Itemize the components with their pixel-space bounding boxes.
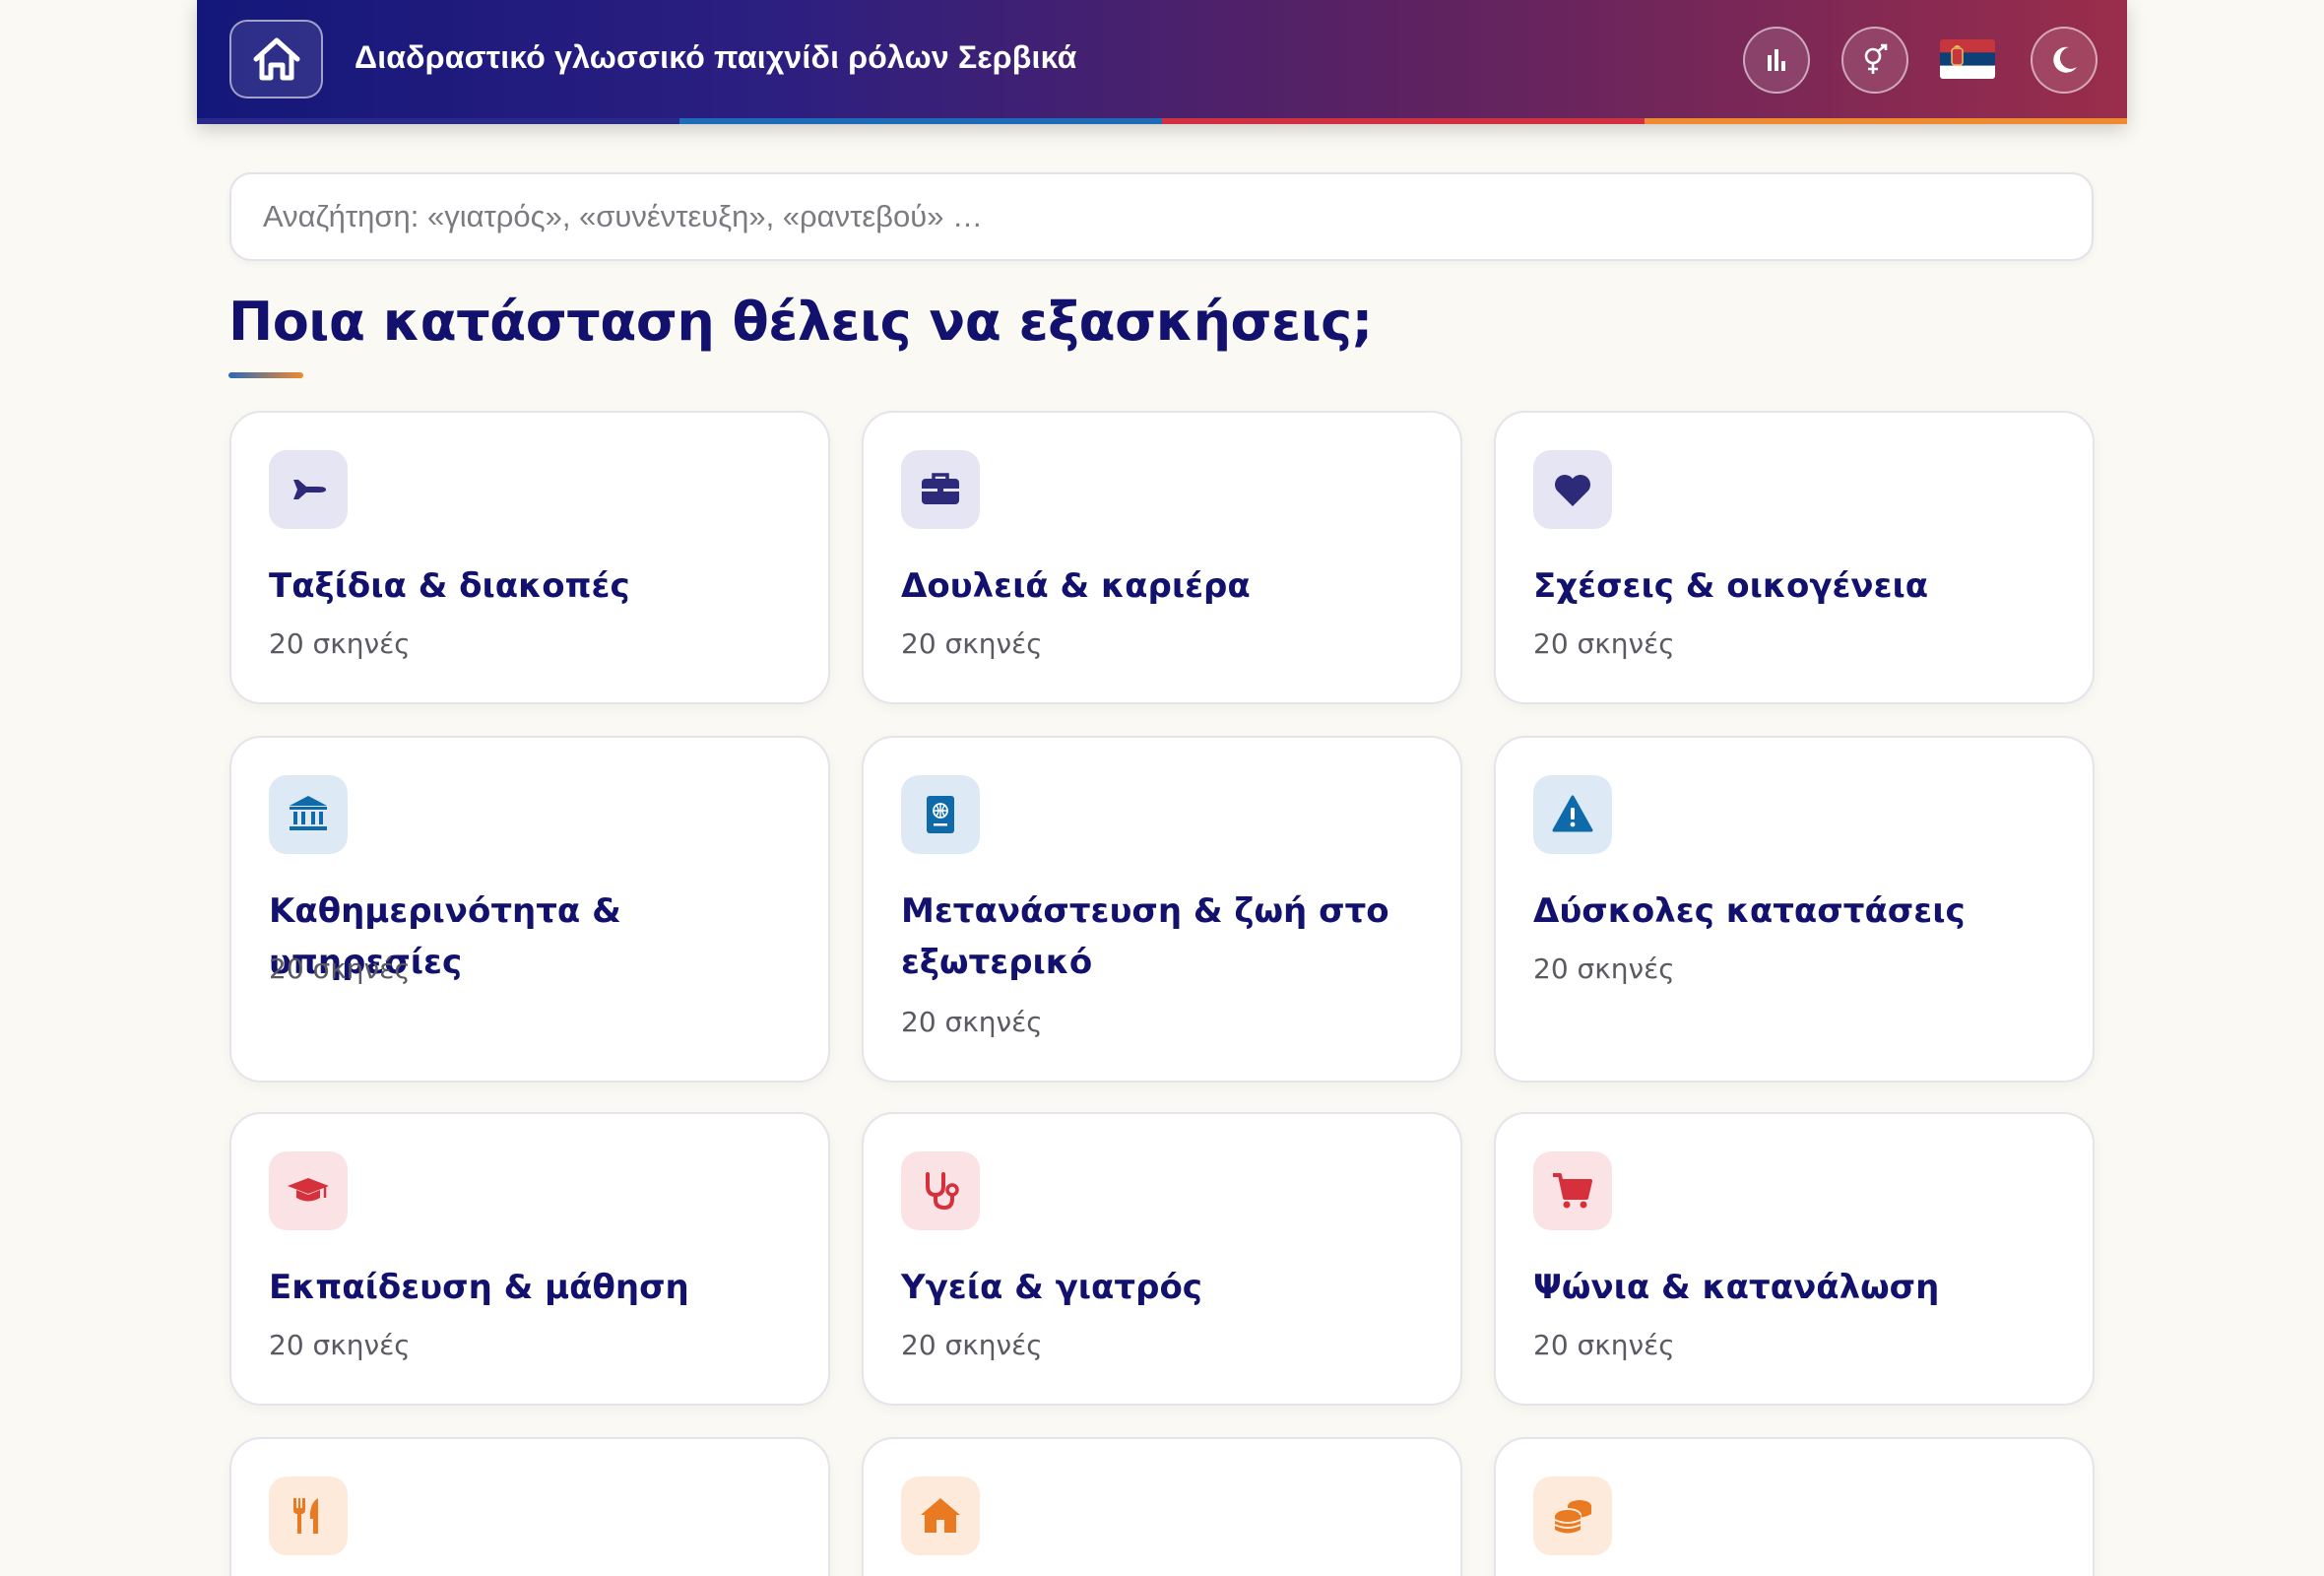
briefcase-icon <box>922 473 959 504</box>
card-icon-box <box>269 775 348 854</box>
moon-icon <box>2053 46 2077 73</box>
card-title: Δουλειά & καριέρα <box>901 566 1251 606</box>
theme-toggle-button[interactable] <box>2031 27 2098 94</box>
card-scene-count: 20 σκηνές <box>269 1329 411 1361</box>
card-title: Δύσκολες καταστάσεις <box>1533 891 1966 931</box>
card-title: Εκπαίδευση & μάθηση <box>269 1268 689 1307</box>
language-flag[interactable] <box>1940 39 1995 79</box>
category-card-relationships[interactable]: Σχέσεις & οικογένεια 20 σκηνές <box>1494 411 2095 704</box>
category-card-work[interactable]: Δουλειά & καριέρα 20 σκηνές <box>862 411 1462 704</box>
airplane-icon <box>290 480 326 499</box>
card-icon-box <box>269 450 348 529</box>
category-card-shopping[interactable]: Ψώνια & κατανάλωση 20 σκηνές <box>1494 1112 2095 1406</box>
card-icon-box <box>901 775 980 854</box>
card-scene-count: 20 σκηνές <box>1533 1329 1675 1361</box>
heading-underline <box>228 372 303 378</box>
header-color-stripe <box>197 118 2127 124</box>
passport-icon <box>927 796 954 833</box>
card-scene-count: 20 σκηνές <box>269 952 411 985</box>
stethoscope-icon <box>926 1172 959 1211</box>
heart-icon <box>1555 475 1590 506</box>
category-card-travel[interactable]: Ταξίδια & διακοπές 20 σκηνές <box>229 411 830 704</box>
card-scene-count: 20 σκηνές <box>1533 627 1675 660</box>
card-title: Μετανάστευση & ζωή στο εξωτερικό <box>901 891 1389 982</box>
category-card-money[interactable] <box>1494 1437 2095 1576</box>
card-icon-box <box>1533 775 1612 854</box>
coins-icon <box>1554 1500 1591 1534</box>
card-icon-box <box>1533 1151 1612 1230</box>
gender-button[interactable] <box>1841 27 1908 94</box>
gender-icon <box>1864 43 1888 74</box>
category-card-immigration[interactable]: Μετανάστευση & ζωή στο εξωτερικό 20 σκην… <box>862 736 1462 1083</box>
card-title: Σχέσεις & οικογένεια <box>1533 566 1929 606</box>
card-scene-count: 20 σκηνές <box>901 627 1043 660</box>
category-card-education[interactable]: Εκπαίδευση & μάθηση 20 σκηνές <box>229 1112 830 1406</box>
card-scene-count: 20 σκηνές <box>901 1006 1043 1038</box>
card-icon-box <box>1533 450 1612 529</box>
card-icon-box <box>901 1477 980 1555</box>
card-icon-box <box>1533 1477 1612 1555</box>
serbia-flag-icon <box>1940 39 1995 79</box>
graduation-cap-icon <box>288 1178 329 1202</box>
house-icon <box>921 1498 960 1533</box>
category-card-daily-life[interactable]: Καθημερινότητα & υπηρεσίες 20 σκηνές <box>229 736 830 1083</box>
search-input[interactable] <box>229 172 2094 261</box>
page-heading: Ποια κατάσταση θέλεις να εξασκήσεις; <box>228 291 1373 353</box>
card-icon-box <box>901 1151 980 1230</box>
category-card-health[interactable]: Υγεία & γιατρός 20 σκηνές <box>862 1112 1462 1406</box>
bar-chart-icon <box>1768 49 1785 71</box>
home-button[interactable] <box>229 20 323 98</box>
shopping-cart-icon <box>1553 1173 1592 1209</box>
card-icon-box <box>901 450 980 529</box>
card-icon-box <box>269 1477 348 1555</box>
card-scene-count: 20 σκηνές <box>269 627 411 660</box>
category-card-food[interactable] <box>229 1437 830 1576</box>
app-title: Διαδραστικό γλωσσικό παιχνίδι ρόλων Σερβ… <box>355 39 1077 75</box>
card-title: Ψώνια & κατανάλωση <box>1533 1268 1940 1307</box>
card-scene-count: 20 σκηνές <box>1533 952 1675 985</box>
card-scene-count: 20 σκηνές <box>901 1329 1043 1361</box>
app-header: Διαδραστικό γλωσσικό παιχνίδι ρόλων Σερβ… <box>197 0 2127 124</box>
stats-button[interactable] <box>1743 27 1810 94</box>
category-card-difficult-situations[interactable]: Δύσκολες καταστάσεις 20 σκηνές <box>1494 736 2095 1083</box>
warning-icon <box>1552 795 1593 832</box>
card-title: Ταξίδια & διακοπές <box>269 566 630 606</box>
bank-icon <box>290 796 327 830</box>
card-title: Υγεία & γιατρός <box>901 1268 1202 1307</box>
utensils-icon <box>293 1498 318 1534</box>
card-icon-box <box>269 1151 348 1230</box>
home-icon <box>253 37 299 81</box>
category-card-home[interactable] <box>862 1437 1462 1576</box>
